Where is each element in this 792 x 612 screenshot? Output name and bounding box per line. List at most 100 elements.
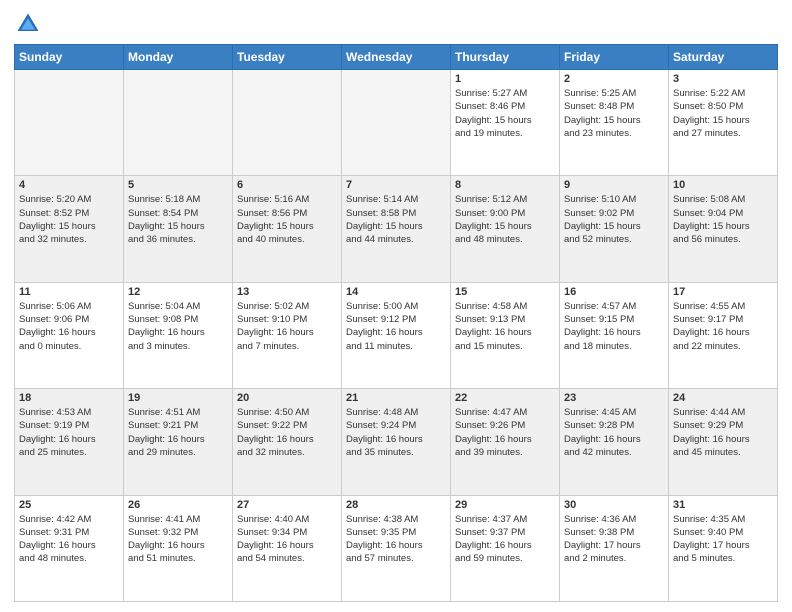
day-number: 23 [564,392,664,404]
day-number: 25 [19,499,119,511]
day-number: 31 [673,499,773,511]
day-info: Sunrise: 4:38 AM Sunset: 9:35 PM Dayligh… [346,513,446,566]
day-info: Sunrise: 4:37 AM Sunset: 9:37 PM Dayligh… [455,513,555,566]
calendar-day-cell: 6 Sunrise: 5:16 AM Sunset: 8:56 PM Daylig… [233,176,342,282]
calendar-day-cell: 27Sunrise: 4:40 AM Sunset: 9:34 PM Dayli… [233,495,342,601]
calendar-week-row: 4 Sunrise: 5:20 AM Sunset: 8:52 PM Daylig… [15,176,778,282]
day-info: Sunrise: 5:22 AM Sunset: 8:50 PM Dayligh… [673,87,773,140]
day-number: 27 [237,499,337,511]
calendar-day-cell: 8 Sunrise: 5:12 AM Sunset: 9:00 PM Daylig… [451,176,560,282]
calendar-day-cell: 1 Sunrise: 5:27 AM Sunset: 8:46 PM Daylig… [451,70,560,176]
day-info: Sunrise: 5:18 AM Sunset: 8:54 PM Dayligh… [128,193,228,246]
calendar-day-cell: 7 Sunrise: 5:14 AM Sunset: 8:58 PM Daylig… [342,176,451,282]
calendar-week-row: 18Sunrise: 4:53 AM Sunset: 9:19 PM Dayli… [15,389,778,495]
day-info: Sunrise: 5:25 AM Sunset: 8:48 PM Dayligh… [564,87,664,140]
day-info: Sunrise: 4:36 AM Sunset: 9:38 PM Dayligh… [564,513,664,566]
day-info: Sunrise: 4:45 AM Sunset: 9:28 PM Dayligh… [564,406,664,459]
day-info: Sunrise: 4:42 AM Sunset: 9:31 PM Dayligh… [19,513,119,566]
day-number: 16 [564,286,664,298]
calendar-week-row: 25 Sunrise: 4:42 AM Sunset: 9:31 PM Dayli… [15,495,778,601]
calendar-day-cell: 4 Sunrise: 5:20 AM Sunset: 8:52 PM Daylig… [15,176,124,282]
day-info: Sunrise: 5:12 AM Sunset: 9:00 PM Dayligh… [455,193,555,246]
calendar-day-cell: 20 Sunrise: 4:50 AM Sunset: 9:22 PM Dayli… [233,389,342,495]
calendar-day-cell: 22Sunrise: 4:47 AM Sunset: 9:26 PM Dayli… [451,389,560,495]
calendar-day-cell: 2 Sunrise: 5:25 AM Sunset: 8:48 PM Daylig… [560,70,669,176]
day-number: 30 [564,499,664,511]
day-number: 29 [455,499,555,511]
calendar-day-cell: 24 Sunrise: 4:44 AM Sunset: 9:29 PM Dayli… [669,389,778,495]
day-number: 4 [19,179,119,191]
day-number: 26 [128,499,228,511]
day-info: Sunrise: 5:02 AM Sunset: 9:10 PM Dayligh… [237,300,337,353]
calendar-day-cell: 10Sunrise: 5:08 AM Sunset: 9:04 PM Dayli… [669,176,778,282]
calendar-day-cell: 30 Sunrise: 4:36 AM Sunset: 9:38 PM Dayli… [560,495,669,601]
calendar-day-cell: 29 Sunrise: 4:37 AM Sunset: 9:37 PM Dayli… [451,495,560,601]
day-info: Sunrise: 5:16 AM Sunset: 8:56 PM Dayligh… [237,193,337,246]
calendar-day-cell: 17 Sunrise: 4:55 AM Sunset: 9:17 PM Dayli… [669,282,778,388]
calendar-day-cell: 12 Sunrise: 5:04 AM Sunset: 9:08 PM Dayli… [124,282,233,388]
calendar-header-row: SundayMondayTuesdayWednesdayThursdayFrid… [15,45,778,70]
calendar-day-cell [15,70,124,176]
calendar-day-cell [124,70,233,176]
calendar-day-header: Saturday [669,45,778,70]
calendar-day-cell: 14 Sunrise: 5:00 AM Sunset: 9:12 PM Dayli… [342,282,451,388]
header [14,10,778,38]
logo [14,10,46,38]
calendar-day-header: Tuesday [233,45,342,70]
day-info: Sunrise: 5:27 AM Sunset: 8:46 PM Dayligh… [455,87,555,140]
logo-icon [14,10,42,38]
day-info: Sunrise: 4:48 AM Sunset: 9:24 PM Dayligh… [346,406,446,459]
day-info: Sunrise: 4:47 AM Sunset: 9:26 PM Dayligh… [455,406,555,459]
calendar-day-cell: 21Sunrise: 4:48 AM Sunset: 9:24 PM Dayli… [342,389,451,495]
day-number: 8 [455,179,555,191]
day-number: 3 [673,73,773,85]
calendar-day-cell: 25 Sunrise: 4:42 AM Sunset: 9:31 PM Dayli… [15,495,124,601]
day-number: 1 [455,73,555,85]
calendar-day-cell: 16 Sunrise: 4:57 AM Sunset: 9:15 PM Dayli… [560,282,669,388]
day-info: Sunrise: 5:14 AM Sunset: 8:58 PM Dayligh… [346,193,446,246]
calendar-week-row: 11 Sunrise: 5:06 AM Sunset: 9:06 PM Dayli… [15,282,778,388]
day-info: Sunrise: 4:57 AM Sunset: 9:15 PM Dayligh… [564,300,664,353]
day-number: 12 [128,286,228,298]
calendar-day-cell [342,70,451,176]
day-number: 17 [673,286,773,298]
calendar-day-cell: 19Sunrise: 4:51 AM Sunset: 9:21 PM Dayli… [124,389,233,495]
calendar-day-cell: 23 Sunrise: 4:45 AM Sunset: 9:28 PM Dayli… [560,389,669,495]
day-info: Sunrise: 5:08 AM Sunset: 9:04 PM Dayligh… [673,193,773,246]
calendar-day-cell: 31 Sunrise: 4:35 AM Sunset: 9:40 PM Dayli… [669,495,778,601]
day-number: 24 [673,392,773,404]
calendar-day-cell: 5 Sunrise: 5:18 AM Sunset: 8:54 PM Daylig… [124,176,233,282]
calendar-day-cell: 15Sunrise: 4:58 AM Sunset: 9:13 PM Dayli… [451,282,560,388]
day-info: Sunrise: 5:20 AM Sunset: 8:52 PM Dayligh… [19,193,119,246]
calendar-day-cell: 13 Sunrise: 5:02 AM Sunset: 9:10 PM Dayli… [233,282,342,388]
day-info: Sunrise: 5:00 AM Sunset: 9:12 PM Dayligh… [346,300,446,353]
calendar-day-header: Sunday [15,45,124,70]
day-number: 7 [346,179,446,191]
day-info: Sunrise: 4:51 AM Sunset: 9:21 PM Dayligh… [128,406,228,459]
calendar-day-cell: 26 Sunrise: 4:41 AM Sunset: 9:32 PM Dayli… [124,495,233,601]
day-info: Sunrise: 4:35 AM Sunset: 9:40 PM Dayligh… [673,513,773,566]
day-number: 6 [237,179,337,191]
day-number: 20 [237,392,337,404]
day-number: 9 [564,179,664,191]
day-info: Sunrise: 4:50 AM Sunset: 9:22 PM Dayligh… [237,406,337,459]
calendar-day-cell: 9Sunrise: 5:10 AM Sunset: 9:02 PM Daylig… [560,176,669,282]
calendar-day-header: Wednesday [342,45,451,70]
calendar-day-header: Friday [560,45,669,70]
day-info: Sunrise: 5:04 AM Sunset: 9:08 PM Dayligh… [128,300,228,353]
calendar-day-header: Thursday [451,45,560,70]
day-info: Sunrise: 4:55 AM Sunset: 9:17 PM Dayligh… [673,300,773,353]
day-number: 13 [237,286,337,298]
calendar-day-cell: 11 Sunrise: 5:06 AM Sunset: 9:06 PM Dayli… [15,282,124,388]
day-info: Sunrise: 4:44 AM Sunset: 9:29 PM Dayligh… [673,406,773,459]
calendar-table: SundayMondayTuesdayWednesdayThursdayFrid… [14,44,778,602]
day-number: 2 [564,73,664,85]
day-info: Sunrise: 5:06 AM Sunset: 9:06 PM Dayligh… [19,300,119,353]
day-info: Sunrise: 4:41 AM Sunset: 9:32 PM Dayligh… [128,513,228,566]
calendar-day-header: Monday [124,45,233,70]
day-number: 5 [128,179,228,191]
calendar-day-cell: 18Sunrise: 4:53 AM Sunset: 9:19 PM Dayli… [15,389,124,495]
day-number: 11 [19,286,119,298]
day-info: Sunrise: 4:53 AM Sunset: 9:19 PM Dayligh… [19,406,119,459]
day-number: 14 [346,286,446,298]
